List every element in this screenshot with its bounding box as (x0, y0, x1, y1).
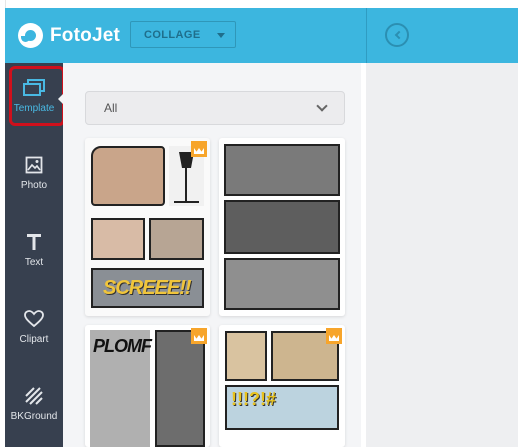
text-icon (25, 231, 43, 253)
premium-crown-icon (191, 141, 207, 157)
template-photo (91, 218, 145, 260)
collapse-panel-button[interactable] (385, 23, 409, 47)
collage-mode-dropdown[interactable]: COLLAGE (130, 21, 236, 48)
category-selected: All (104, 101, 118, 115)
template-card-comic-family[interactable]: SCREEE!! (85, 138, 210, 316)
sidebar-item-photo[interactable]: Photo (5, 140, 63, 206)
sidebar-item-label: Text (24, 257, 44, 268)
logo-icon (18, 23, 43, 48)
sidebar-item-background[interactable]: BKGround (5, 371, 63, 437)
sidebar-item-label: BKGround (10, 411, 58, 422)
template-card-comic-beach[interactable]: !!!?!# (219, 325, 345, 447)
caret-down-icon (217, 33, 225, 38)
active-highlight (9, 66, 65, 126)
mode-label: COLLAGE (144, 28, 201, 41)
top-header: FotoJet COLLAGE (5, 8, 518, 63)
background-icon (25, 385, 43, 407)
premium-crown-icon (191, 328, 207, 344)
logo-text: FotoJet (50, 24, 121, 46)
template-photo (224, 144, 340, 196)
header-divider (366, 8, 367, 63)
chevron-down-icon (316, 100, 328, 112)
photo-icon (25, 154, 43, 176)
sidebar-item-template[interactable]: Template (5, 63, 65, 129)
sidebar-item-label: Photo (20, 180, 48, 191)
window-edge (5, 0, 6, 8)
category-dropdown[interactable]: All (85, 91, 345, 125)
template-photo (155, 330, 205, 447)
template-card-comic-splash[interactable]: PLOMF (85, 325, 210, 447)
sidebar-item-clipart[interactable]: Clipart (5, 294, 63, 360)
chevron-left-icon (394, 30, 403, 40)
template-caption: PLOMF (93, 336, 152, 356)
sidebar-item-text[interactable]: Text (5, 217, 63, 283)
premium-crown-icon (326, 328, 342, 344)
template-photo (225, 331, 267, 381)
template-photo (91, 146, 165, 206)
template-caption: SCREEE!! (103, 277, 192, 299)
template-caption: !!!?!# (231, 389, 276, 409)
fotojet-logo[interactable]: FotoJet (18, 23, 120, 48)
heart-icon (24, 308, 44, 330)
sidebar-item-label: Clipart (19, 334, 49, 345)
template-card-comic-bw-group[interactable] (219, 138, 345, 316)
collage-canvas-area (366, 63, 518, 447)
template-caption-panel: !!!?!# (225, 385, 339, 430)
template-photo (224, 200, 340, 254)
template-photo (149, 218, 204, 260)
template-panel: All SCREEE!! PLOMF !!!?!# (63, 63, 361, 447)
sidebar: Template Photo Text Clipart BKGround (5, 63, 65, 447)
template-caption-panel: SCREEE!! (91, 268, 204, 308)
template-photo: PLOMF (90, 330, 152, 447)
template-photo (224, 258, 340, 310)
